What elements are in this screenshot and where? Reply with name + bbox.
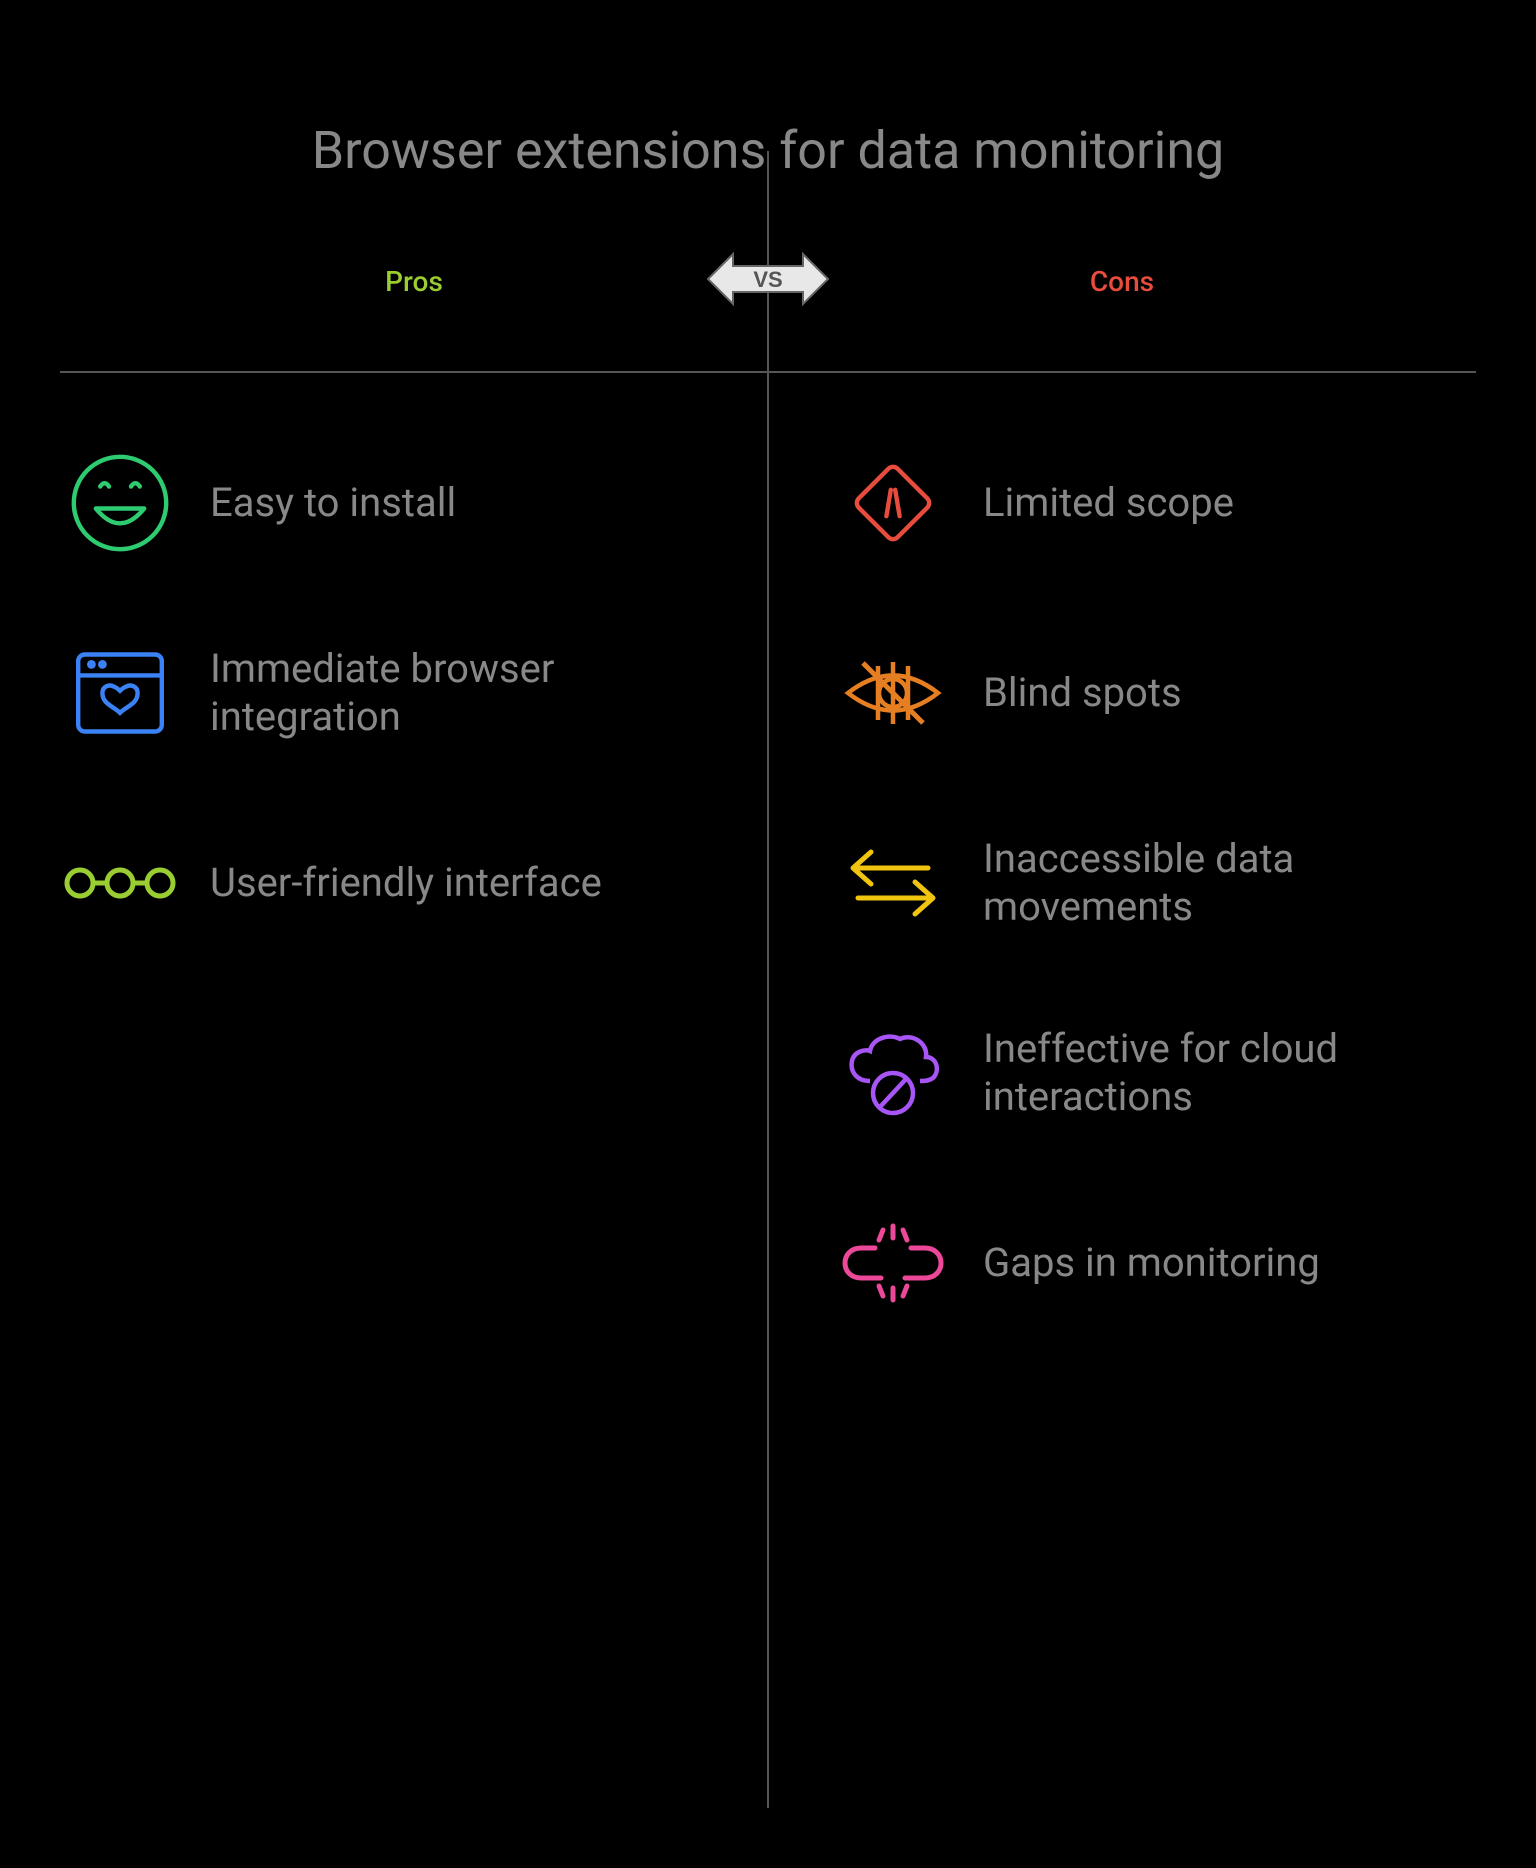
cloud-block-icon [833, 1013, 953, 1133]
vertical-divider [767, 151, 769, 1808]
vs-text: VS [753, 267, 782, 292]
list-item: Inaccessible data movements [833, 823, 1476, 943]
item-label: Inaccessible data movements [983, 835, 1476, 931]
item-label: Gaps in monitoring [983, 1239, 1320, 1287]
vs-badge: VS [698, 234, 838, 328]
cons-header: Cons [768, 265, 1476, 298]
item-label: Limited scope [983, 479, 1234, 527]
list-item: User-friendly interface [60, 823, 703, 943]
arrows-switch-icon [833, 823, 953, 943]
pros-column: Easy to install Immediate browser integr… [60, 443, 743, 1810]
content-area: Easy to install Immediate browser integr… [60, 371, 1476, 1808]
diamond-road-icon [833, 443, 953, 563]
list-item: Ineffective for cloud interactions [833, 1013, 1476, 1133]
eye-slash-icon [833, 633, 953, 753]
list-item: Limited scope [833, 443, 1476, 563]
item-label: User-friendly interface [210, 859, 602, 907]
item-label: Ineffective for cloud interactions [983, 1025, 1476, 1121]
item-label: Blind spots [983, 669, 1182, 717]
list-item: Gaps in monitoring [833, 1203, 1476, 1323]
cons-column: Limited scope Blind spots [743, 443, 1476, 1810]
pros-header: Pros [60, 265, 768, 298]
browser-heart-icon [60, 633, 180, 753]
broken-link-icon [833, 1203, 953, 1323]
list-item: Immediate browser integration [60, 633, 703, 753]
item-label: Immediate browser integration [210, 645, 703, 741]
header-row: Pros VS Cons [60, 221, 1476, 341]
list-item: Blind spots [833, 633, 1476, 753]
glasses-icon [60, 823, 180, 943]
item-label: Easy to install [210, 479, 456, 527]
list-item: Easy to install [60, 443, 703, 563]
smile-icon [60, 443, 180, 563]
